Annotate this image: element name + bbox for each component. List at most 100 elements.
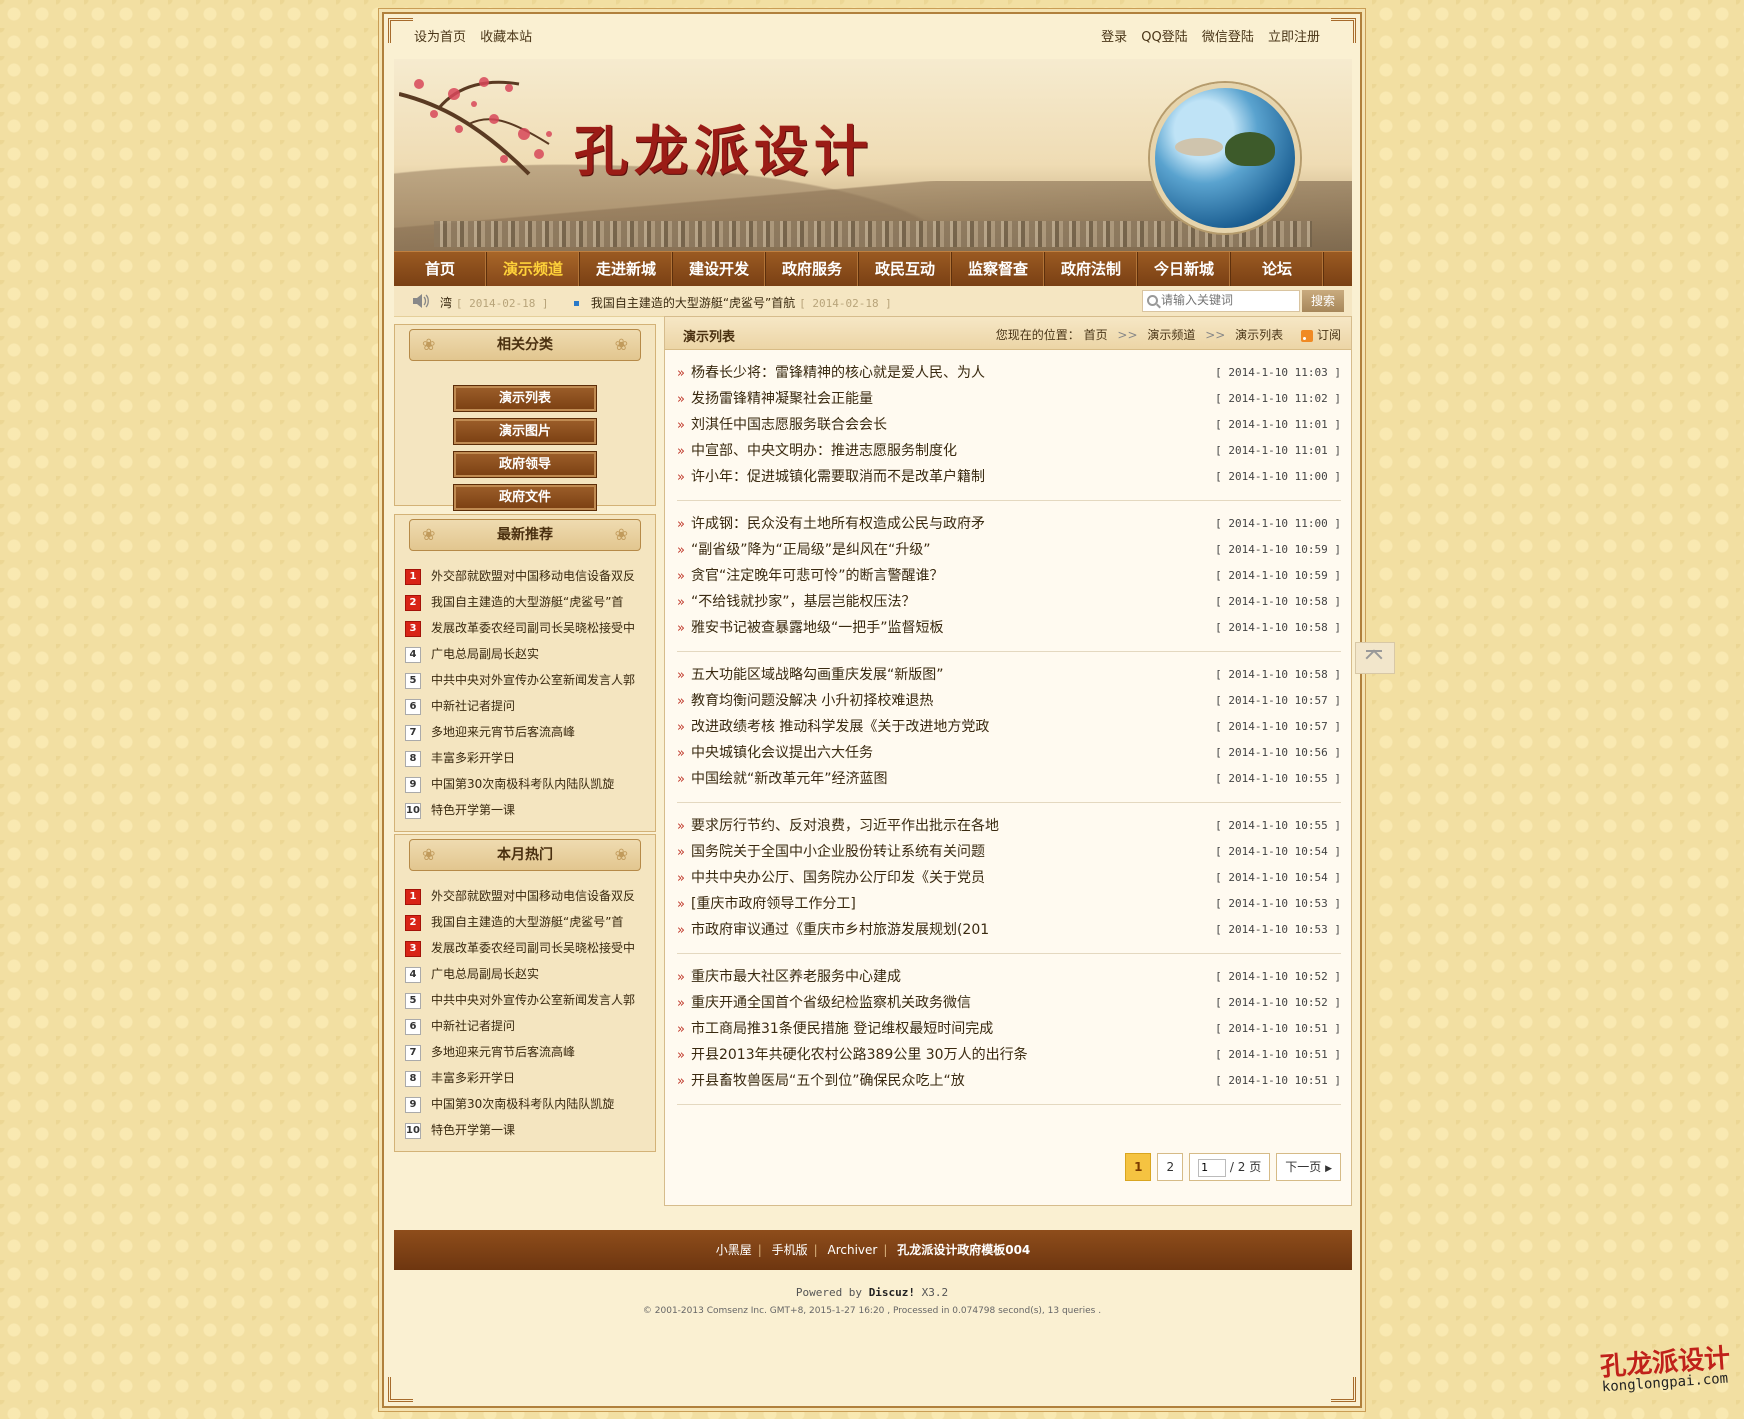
category-gov-documents[interactable]: 政府文件 (453, 484, 597, 511)
list-item[interactable]: 5 中共中央对外宣传办公室新闻发言人郭 (405, 667, 655, 693)
article-row[interactable]: » 重庆开通全国首个省级纪检监察机关政务微信[ 2014-1-10 10:52 ] (677, 990, 1341, 1016)
back-to-top-button[interactable] (1355, 642, 1395, 674)
list-item[interactable]: 4 广电总局副局长赵实 (405, 961, 655, 987)
bullet-icon (574, 301, 579, 306)
list-item[interactable]: 5 中共中央对外宣传办公室新闻发言人郭 (405, 987, 655, 1013)
footer-link-blacklist[interactable]: 小黑屋 (716, 1243, 752, 1257)
site-logo[interactable]: 孔龙派设计 (574, 107, 874, 186)
article-row[interactable]: » 中宣部、中央文明办：推进志愿服务制度化[ 2014-1-10 11:01 ] (677, 438, 1341, 464)
list-item[interactable]: 1 外交部就欧盟对中国移动电信设备双反 (405, 563, 655, 589)
breadcrumb-list[interactable]: 演示列表 (1235, 328, 1283, 342)
nav-item-gov-service[interactable]: 政府服务 (766, 252, 859, 286)
ticker-item[interactable]: 湾 [ 2014-02-18 ] (440, 294, 549, 311)
arrow-icon: » (677, 746, 685, 761)
category-demo-images[interactable]: 演示图片 (453, 418, 597, 445)
breadcrumb-channel[interactable]: 演示频道 (1147, 328, 1195, 342)
ticker-item-title[interactable]: 我国自主建造的大型游艇“虎鲨号”首航 (591, 296, 795, 310)
list-item[interactable]: 8 丰富多彩开学日 (405, 745, 655, 771)
list-item[interactable]: 4 广电总局副局长赵实 (405, 641, 655, 667)
article-row[interactable]: » 改进政绩考核 推动科学发展《关于改进地方党政[ 2014-1-10 10:57… (677, 714, 1341, 740)
nav-item-legal[interactable]: 政府法制 (1045, 252, 1138, 286)
footer-site-name[interactable]: 孔龙派设计政府模板004 (897, 1243, 1030, 1257)
nav-item-forum[interactable]: 论坛 (1231, 252, 1324, 286)
panel-title: 演示列表 (683, 330, 736, 345)
list-item[interactable]: 8 丰富多彩开学日 (405, 1065, 655, 1091)
nav-item-development[interactable]: 建设开发 (673, 252, 766, 286)
article-row[interactable]: » 许成钢：民众没有土地所有权造成公民与政府矛[ 2014-1-10 11:00 … (677, 511, 1341, 537)
article-row[interactable]: » 杨春长少将：雷锋精神的核心就是爱人民、为人[ 2014-1-10 11:03 … (677, 360, 1341, 386)
article-row[interactable]: » [重庆市政府领导工作分工][ 2014-1-10 10:53 ] (677, 891, 1341, 917)
list-item[interactable]: 10 特色开学第一课 (405, 1117, 655, 1143)
nav-item-today[interactable]: 今日新城 (1138, 252, 1231, 286)
article-row[interactable]: » 市工商局推31条便民措施 登记维权最短时间完成[ 2014-1-10 10:5… (677, 1016, 1341, 1042)
article-row[interactable]: » 五大功能区域战略勾画重庆发展“新版图”[ 2014-1-10 10:58 ] (677, 662, 1341, 688)
article-row[interactable]: » 教育均衡问题没解决 小升初择校难退热[ 2014-1-10 10:57 ] (677, 688, 1341, 714)
footer-link-archiver[interactable]: Archiver (828, 1243, 878, 1257)
arrow-icon: » (677, 517, 685, 532)
category-gov-leaders[interactable]: 政府领导 (453, 451, 597, 478)
nav-item-demo[interactable]: 演示频道 (487, 252, 580, 286)
register-link[interactable]: 立即注册 (1268, 30, 1320, 45)
list-item[interactable]: 9 中国第30次南极科考队内陆队凯旋 (405, 771, 655, 797)
list-item[interactable]: 2 我国自主建造的大型游艇“虎鲨号”首 (405, 909, 655, 935)
lake-image (1150, 83, 1300, 233)
rank-badge: 8 (405, 750, 421, 767)
ticker-item-date: [ 2014-02-18 ] (455, 297, 549, 310)
search-input[interactable] (1143, 291, 1289, 309)
list-item[interactable]: 6 中新社记者提问 (405, 1013, 655, 1039)
article-row[interactable]: » 中央城镇化会议提出六大任务[ 2014-1-10 10:56 ] (677, 740, 1341, 766)
arrow-icon: » (677, 845, 685, 860)
page-input[interactable] (1198, 1158, 1227, 1177)
rss-icon (1300, 329, 1313, 342)
login-link[interactable]: 登录 (1101, 30, 1127, 45)
article-row[interactable]: » 雅安书记被查暴露地级“一把手”监督短板[ 2014-1-10 10:58 ] (677, 615, 1341, 641)
article-row[interactable]: » 国务院关于全国中小企业股份转让系统有关问题[ 2014-1-10 10:54 … (677, 839, 1341, 865)
article-row[interactable]: » 许小年：促进城镇化需要取消而不是改革户籍制[ 2014-1-10 11:00 … (677, 464, 1341, 490)
article-row[interactable]: » 贪官“注定晚年可悲可怜”的断言警醒谁？[ 2014-1-10 10:59 ] (677, 563, 1341, 589)
article-row[interactable]: » 中共中央办公厅、国务院办公厅印发《关于党员[ 2014-1-10 10:54 … (677, 865, 1341, 891)
subscribe-link[interactable]: 订阅 (1300, 328, 1341, 342)
article-row[interactable]: » 刘淇任中国志愿服务联合会会长[ 2014-1-10 11:01 ] (677, 412, 1341, 438)
set-homepage-link[interactable]: 设为首页 (414, 30, 466, 45)
nav-item-xincheng[interactable]: 走进新城 (580, 252, 673, 286)
list-item[interactable]: 9 中国第30次南极科考队内陆队凯旋 (405, 1091, 655, 1117)
article-row[interactable]: » 重庆市最大社区养老服务中心建成[ 2014-1-10 10:52 ] (677, 964, 1341, 990)
qq-login-link[interactable]: QQ登陆 (1141, 30, 1187, 45)
list-item[interactable]: 10 特色开学第一课 (405, 797, 655, 823)
rank-badge: 3 (405, 620, 421, 637)
list-item[interactable]: 7 多地迎来元宵节后客流高峰 (405, 719, 655, 745)
ticker-item[interactable]: 我国自主建造的大型游艇“虎鲨号”首航 [ 2014-02-18 ] (574, 294, 892, 311)
search-button[interactable]: 搜索 (1302, 290, 1344, 312)
breadcrumb-home[interactable]: 首页 (1084, 328, 1108, 342)
list-item[interactable]: 7 多地迎来元宵节后客流高峰 (405, 1039, 655, 1065)
bookmark-site-link[interactable]: 收藏本站 (480, 30, 532, 45)
next-page-button[interactable]: 下一页 ▶ (1276, 1153, 1341, 1181)
nav-item-home[interactable]: 首页 (394, 252, 487, 286)
article-group: » 重庆市最大社区养老服务中心建成[ 2014-1-10 10:52 ] » 重庆开… (677, 964, 1341, 1105)
article-row[interactable]: » 开县畜牧兽医局“五个到位”确保民众吃上“放[ 2014-1-10 10:51 … (677, 1068, 1341, 1094)
article-row[interactable]: » 开县2013年共硬化农村公路389公里 30万人的出行条[ 2014-1-10… (677, 1042, 1341, 1068)
list-item[interactable]: 1 外交部就欧盟对中国移动电信设备双反 (405, 883, 655, 909)
footer-link-mobile[interactable]: 手机版 (772, 1243, 808, 1257)
page-2-button[interactable]: 2 (1157, 1153, 1184, 1181)
nav-item-interaction[interactable]: 政民互动 (859, 252, 952, 286)
nav-item-supervision[interactable]: 监察督查 (952, 252, 1045, 286)
arrow-icon: » (677, 366, 685, 381)
list-item[interactable]: 3 发展改革委农经司副司长吴晓松接受中 (405, 935, 655, 961)
article-row[interactable]: » 市政府审议通过《重庆市乡村旅游发展规划(201[ 2014-1-10 10:5… (677, 917, 1341, 943)
page-1-button[interactable]: 1 (1125, 1153, 1152, 1181)
list-item[interactable]: 3 发展改革委农经司副司长吴晓松接受中 (405, 615, 655, 641)
breadcrumb-separator: >> (1205, 328, 1226, 342)
wechat-login-link[interactable]: 微信登陆 (1202, 30, 1254, 45)
article-row[interactable]: » “副省级”降为“正局级”是纠风在“升级”[ 2014-1-10 10:59 ] (677, 537, 1341, 563)
category-demo-list[interactable]: 演示列表 (453, 385, 597, 412)
article-row[interactable]: » 中国绘就“新改革元年”经济蓝图[ 2014-1-10 10:55 ] (677, 766, 1341, 792)
list-item[interactable]: 2 我国自主建造的大型游艇“虎鲨号”首 (405, 589, 655, 615)
article-row[interactable]: » 要求厉行节约、反对浪费，习近平作出批示在各地[ 2014-1-10 10:55… (677, 813, 1341, 839)
article-row[interactable]: » 发扬雷锋精神凝聚社会正能量[ 2014-1-10 11:02 ] (677, 386, 1341, 412)
ticker-item-title[interactable]: 湾 (440, 296, 452, 310)
discuz-link[interactable]: Discuz! (869, 1286, 915, 1299)
list-item[interactable]: 6 中新社记者提问 (405, 693, 655, 719)
article-row[interactable]: » “不给钱就抄家”，基层岂能权压法？[ 2014-1-10 10:58 ] (677, 589, 1341, 615)
arrow-icon: » (677, 923, 685, 938)
